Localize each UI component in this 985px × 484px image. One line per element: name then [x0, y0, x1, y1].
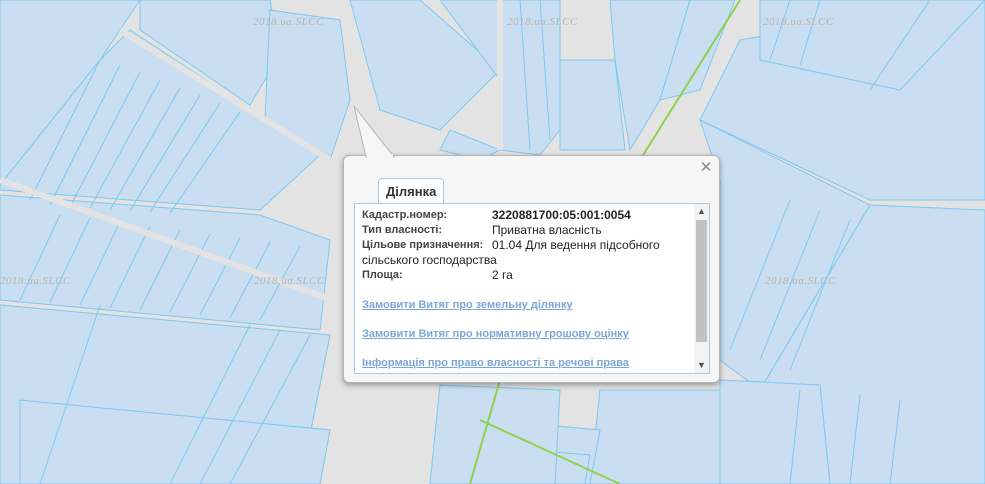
map-watermark: 2018.ua.SLCC [0, 275, 71, 287]
ownership-row: Тип власності: Приватна власність [362, 223, 692, 238]
scrollbar-thumb[interactable] [696, 220, 707, 342]
popup-scrollbar[interactable]: ▲ ▼ [694, 204, 709, 373]
map-watermark: 2018.ua.SLCC [765, 275, 836, 287]
cadastral-value: 3220881700:05:001:0054 [492, 208, 631, 222]
map-watermark: 2018.ua.SLCC [253, 16, 324, 28]
area-value: 2 га [492, 268, 513, 282]
order-parcel-extract-link[interactable]: Замовити Витяг про земельну ділянку [362, 298, 692, 313]
purpose-row: Цільове призначення: 01.04 Для ведення п… [362, 238, 692, 268]
close-icon[interactable]: ✕ [699, 160, 713, 175]
cadastral-row: Кадастр.номер: 3220881700:05:001:0054 [362, 208, 692, 223]
ownership-label: Тип власності: [362, 224, 443, 236]
map-watermark: 2018.ua.SLCC [507, 16, 578, 28]
map-watermark: 2018.ua.SLCC [763, 16, 834, 28]
order-valuation-extract-link[interactable]: Замовити Витяг про нормативну грошову оц… [362, 327, 692, 342]
ownership-rights-info-link[interactable]: Інформація про право власності та речові… [362, 356, 692, 371]
area-row: Площа: 2 га [362, 268, 692, 283]
area-label: Площа: [362, 269, 403, 281]
ownership-value: Приватна власність [492, 223, 602, 237]
scroll-down-icon[interactable]: ▼ [694, 358, 709, 373]
purpose-label: Цільове призначення: [362, 239, 484, 251]
scroll-up-icon[interactable]: ▲ [694, 204, 709, 219]
map-watermark: 2018.ua.SLCC [254, 275, 325, 287]
cadastral-label: Кадастр.номер: [362, 209, 448, 221]
parcel-info-popup: ✕ Ділянка Кадастр.номер: 3220881700:05:0… [343, 105, 720, 383]
popup-pointer [353, 105, 396, 158]
tab-parcel[interactable]: Ділянка [378, 178, 445, 204]
parcel-details: Кадастр.номер: 3220881700:05:001:0054 Ти… [362, 208, 692, 371]
parcel-info-panel: Кадастр.номер: 3220881700:05:001:0054 Ти… [354, 203, 710, 374]
